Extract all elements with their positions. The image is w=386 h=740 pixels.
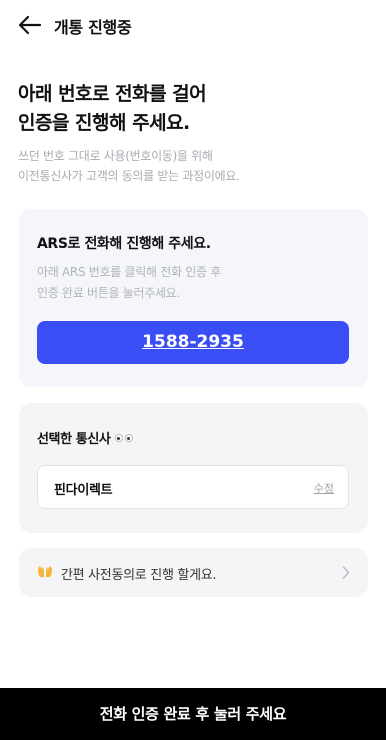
header: 개통 진행중 [0,0,386,50]
simple-consent-button[interactable]: 간편 사전동의로 진행 할게요. [19,548,368,597]
eyes-emoji-icon [114,433,133,442]
description-line2: 이전통신사가 고객의 동의를 받는 과정이에요. [18,169,240,183]
ars-title: ARS로 전화해 진행해 주세요. [37,236,211,252]
carrier-card: 선택한 통신사 핀다이렉트 수정 [19,403,368,533]
ars-description-line2: 인증 완료 버튼을 눌러주세요. [37,286,180,300]
headline-line2: 인증을 진행해 주세요. [18,112,190,134]
carrier-title: 선택한 통신사 [37,428,133,447]
ars-card: ARS로 전화해 진행해 주세요. 아래 ARS 번호를 클릭해 전화 인증 후… [19,209,368,387]
carrier-title-label: 선택한 통신사 [37,432,111,447]
ars-call-button[interactable]: 1588-2935 [37,321,349,364]
carrier-selection: 핀다이렉트 수정 [37,465,349,509]
back-arrow-icon[interactable] [16,11,44,39]
carrier-name: 핀다이렉트 [54,483,113,498]
headline-line1: 아래 번호로 전화를 걸어 [18,83,207,105]
ars-description: 아래 ARS 번호를 클릭해 전화 인증 후 인증 완료 버튼을 눌러주세요. [37,262,221,304]
ars-description-line1: 아래 ARS 번호를 클릭해 전화 인증 후 [37,265,221,279]
simple-consent-label: 간편 사전동의로 진행 할게요. [61,568,217,583]
complete-button[interactable]: 전화 인증 완료 후 눌러 주세요 [0,688,386,740]
description-line1: 쓰던 번호 그대로 사용(번호이동)을 위해 [18,149,213,163]
edit-carrier-link[interactable]: 수정 [314,480,334,496]
chevron-right-icon [342,566,350,579]
description: 쓰던 번호 그대로 사용(번호이동)을 위해 이전통신사가 고객의 동의를 받는… [18,146,240,186]
headline: 아래 번호로 전화를 걸어 인증을 진행해 주세요. [18,80,207,138]
page-title: 개통 진행중 [54,18,132,37]
raised-hands-icon [38,566,52,578]
